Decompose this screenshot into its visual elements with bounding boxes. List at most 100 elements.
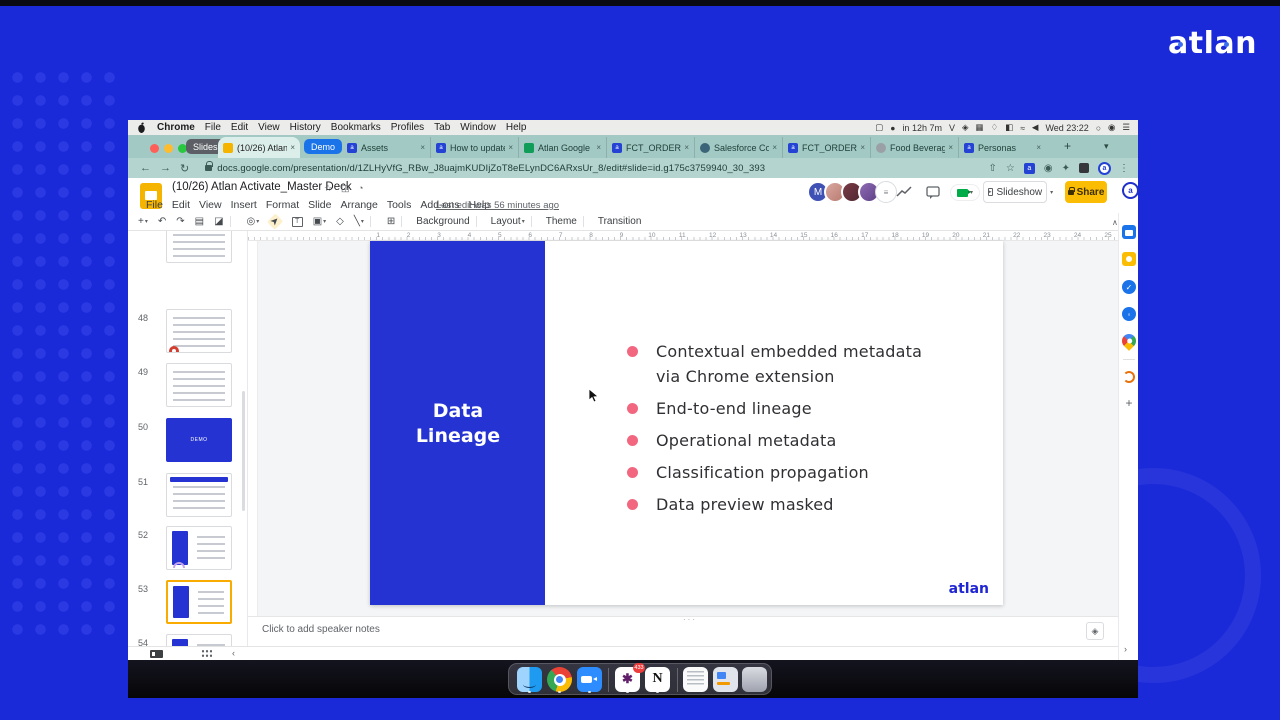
- slides-menu-arrange[interactable]: Arrange: [340, 199, 377, 211]
- timer-status[interactable]: in 12h 7m: [902, 123, 942, 133]
- bullet-item[interactable]: Data preview masked: [627, 492, 934, 517]
- explore-button[interactable]: ◈: [1086, 622, 1104, 640]
- notes-placeholder[interactable]: Click to add speaker notes: [262, 624, 380, 635]
- back-button[interactable]: ←: [140, 162, 151, 174]
- slides-menu-insert[interactable]: Insert: [231, 199, 257, 211]
- volume-icon[interactable]: ◀: [1032, 122, 1039, 133]
- keep-icon[interactable]: [1122, 252, 1136, 266]
- slide-bullet-list[interactable]: Contextual embedded metadata via Chrome …: [627, 339, 934, 524]
- split-view-extension-icon[interactable]: [1079, 163, 1089, 173]
- transition-button[interactable]: Transition: [598, 216, 642, 227]
- filmstrip-view-icon[interactable]: [150, 650, 163, 658]
- last-edit-status[interactable]: Last edit was 56 minutes ago: [436, 200, 559, 211]
- slideshow-button[interactable]: ▸ Slideshow ▾: [983, 181, 1053, 203]
- slide-thumbnail-49[interactable]: [166, 363, 232, 407]
- minimize-window-button[interactable]: [164, 144, 173, 153]
- tab-group-demo[interactable]: Demo: [304, 139, 343, 154]
- tab-fct-orders-1[interactable]: a FCT_ORDERS ×: [606, 137, 694, 158]
- speaker-notes[interactable]: ··· Click to add speaker notes: [248, 615, 1118, 646]
- screen-mirror-icon[interactable]: ▢: [875, 122, 883, 133]
- minimized-window-dock-icon[interactable]: [713, 667, 738, 692]
- select-tool-button[interactable]: ➤: [267, 213, 284, 230]
- slide-thumbnail-48[interactable]: [166, 309, 232, 353]
- trash-dock-icon[interactable]: [742, 667, 767, 692]
- display-status-icon[interactable]: ◧: [1005, 122, 1013, 133]
- comment-icon[interactable]: [926, 186, 940, 199]
- share-button[interactable]: Share: [1065, 181, 1107, 203]
- bullet-item[interactable]: Contextual embedded metadata via Chrome …: [627, 339, 934, 389]
- lock-icon[interactable]: [205, 161, 214, 171]
- star-document-icon[interactable]: ☆: [324, 183, 332, 194]
- theme-button[interactable]: Theme: [546, 216, 577, 227]
- close-window-button[interactable]: [150, 144, 159, 153]
- notes-drag-handle[interactable]: ···: [683, 615, 697, 624]
- slides-menu-view[interactable]: View: [199, 199, 222, 211]
- close-tab-icon[interactable]: ×: [1036, 143, 1041, 152]
- image-dropdown-icon[interactable]: ▾: [323, 218, 326, 225]
- meet-call-button[interactable]: ▾: [950, 184, 980, 201]
- grid-view-icon[interactable]: [201, 649, 212, 658]
- chrome-menu-icon[interactable]: ⋮: [1119, 163, 1129, 174]
- thumbnail-scrollbar[interactable]: [242, 391, 245, 511]
- zoom-tool-button[interactable]: ◎: [247, 216, 256, 227]
- bullet-item[interactable]: Classification propagation: [627, 460, 934, 485]
- close-tab-icon[interactable]: ×: [290, 143, 295, 152]
- extension-circle-icon[interactable]: ◉: [1044, 163, 1053, 174]
- zoom-dropdown-icon[interactable]: ▾: [256, 218, 259, 225]
- tab-google-sheet[interactable]: Atlan Google Sheet ×: [518, 137, 606, 158]
- share-page-icon[interactable]: ⇧: [989, 163, 997, 174]
- calendar-icon[interactable]: [1122, 225, 1136, 239]
- menu-help[interactable]: Help: [506, 122, 527, 133]
- notion-dock-icon[interactable]: N: [645, 667, 670, 692]
- close-tab-icon[interactable]: ×: [508, 143, 513, 152]
- slide-thumbnail-50[interactable]: DEMO: [166, 418, 232, 462]
- slack-dock-icon[interactable]: ✱ 433: [615, 663, 645, 692]
- bullet-item[interactable]: End-to-end lineage: [627, 396, 934, 421]
- insert-line-button[interactable]: ╲: [354, 216, 360, 227]
- slides-menu-file[interactable]: File: [146, 199, 163, 211]
- bookmark-star-icon[interactable]: ☆: [1006, 163, 1015, 174]
- layout-button[interactable]: Layout: [491, 216, 521, 227]
- tab-food-beverage[interactable]: Food Beverage Ord... ×: [870, 137, 958, 158]
- slide-thumbnail-52[interactable]: [166, 526, 232, 570]
- dropper-status-icon[interactable]: ♢: [991, 122, 999, 133]
- expand-panel-chevron-icon[interactable]: ›: [1124, 644, 1127, 654]
- layout-dropdown-icon[interactable]: ▾: [522, 218, 525, 225]
- forward-button[interactable]: →: [160, 162, 171, 174]
- menubar-clock[interactable]: Wed 23:22: [1045, 123, 1088, 133]
- close-tab-icon[interactable]: ×: [596, 143, 601, 152]
- close-tab-icon[interactable]: ×: [860, 143, 865, 152]
- new-slide-button[interactable]: +: [138, 216, 144, 227]
- globe-status-icon[interactable]: ◈: [962, 122, 969, 133]
- menubar-app-name[interactable]: Chrome: [157, 122, 195, 133]
- slide-title-text[interactable]: Data Lineage: [408, 399, 508, 449]
- insert-image-button[interactable]: ▣: [313, 216, 322, 227]
- menu-history[interactable]: History: [290, 122, 321, 133]
- reload-button[interactable]: ↻: [180, 162, 189, 175]
- minimized-document-dock-icon[interactable]: [683, 667, 708, 692]
- bullet-item[interactable]: Operational metadata: [627, 428, 934, 453]
- tab-fct-orders-2[interactable]: a FCT_ORDERS ×: [782, 137, 870, 158]
- menu-window[interactable]: Window: [460, 122, 496, 133]
- activity-trend-icon[interactable]: [896, 186, 912, 198]
- tab-how-to-update[interactable]: a How to update Atla... ×: [430, 137, 518, 158]
- extensions-puzzle-icon[interactable]: ✦: [1062, 163, 1070, 174]
- line-dropdown-icon[interactable]: ▾: [361, 218, 364, 225]
- zoom-dock-icon[interactable]: [577, 667, 602, 692]
- contacts-icon[interactable]: ◦: [1122, 307, 1136, 321]
- insert-shape-button[interactable]: ◇: [336, 216, 344, 227]
- undo-button[interactable]: ↶: [158, 216, 166, 227]
- chrome-dock-icon[interactable]: [547, 667, 572, 692]
- wifi-icon[interactable]: ≈: [1020, 123, 1025, 133]
- atlan-extension-icon[interactable]: a: [1023, 162, 1035, 174]
- close-tab-icon[interactable]: ×: [684, 143, 689, 152]
- add-addon-icon[interactable]: +: [1122, 396, 1136, 410]
- chrome-profile-avatar[interactable]: a: [1098, 161, 1111, 175]
- close-tab-icon[interactable]: ×: [420, 143, 425, 152]
- avatar-anonymous[interactable]: ≡: [875, 181, 897, 203]
- account-avatar-atlan[interactable]: a: [1122, 182, 1139, 199]
- tasks-icon[interactable]: ✓: [1122, 280, 1136, 294]
- text-box-button[interactable]: T: [291, 216, 303, 227]
- background-button[interactable]: Background: [416, 216, 469, 227]
- slide-thumbnail-partial-top[interactable]: [166, 231, 232, 263]
